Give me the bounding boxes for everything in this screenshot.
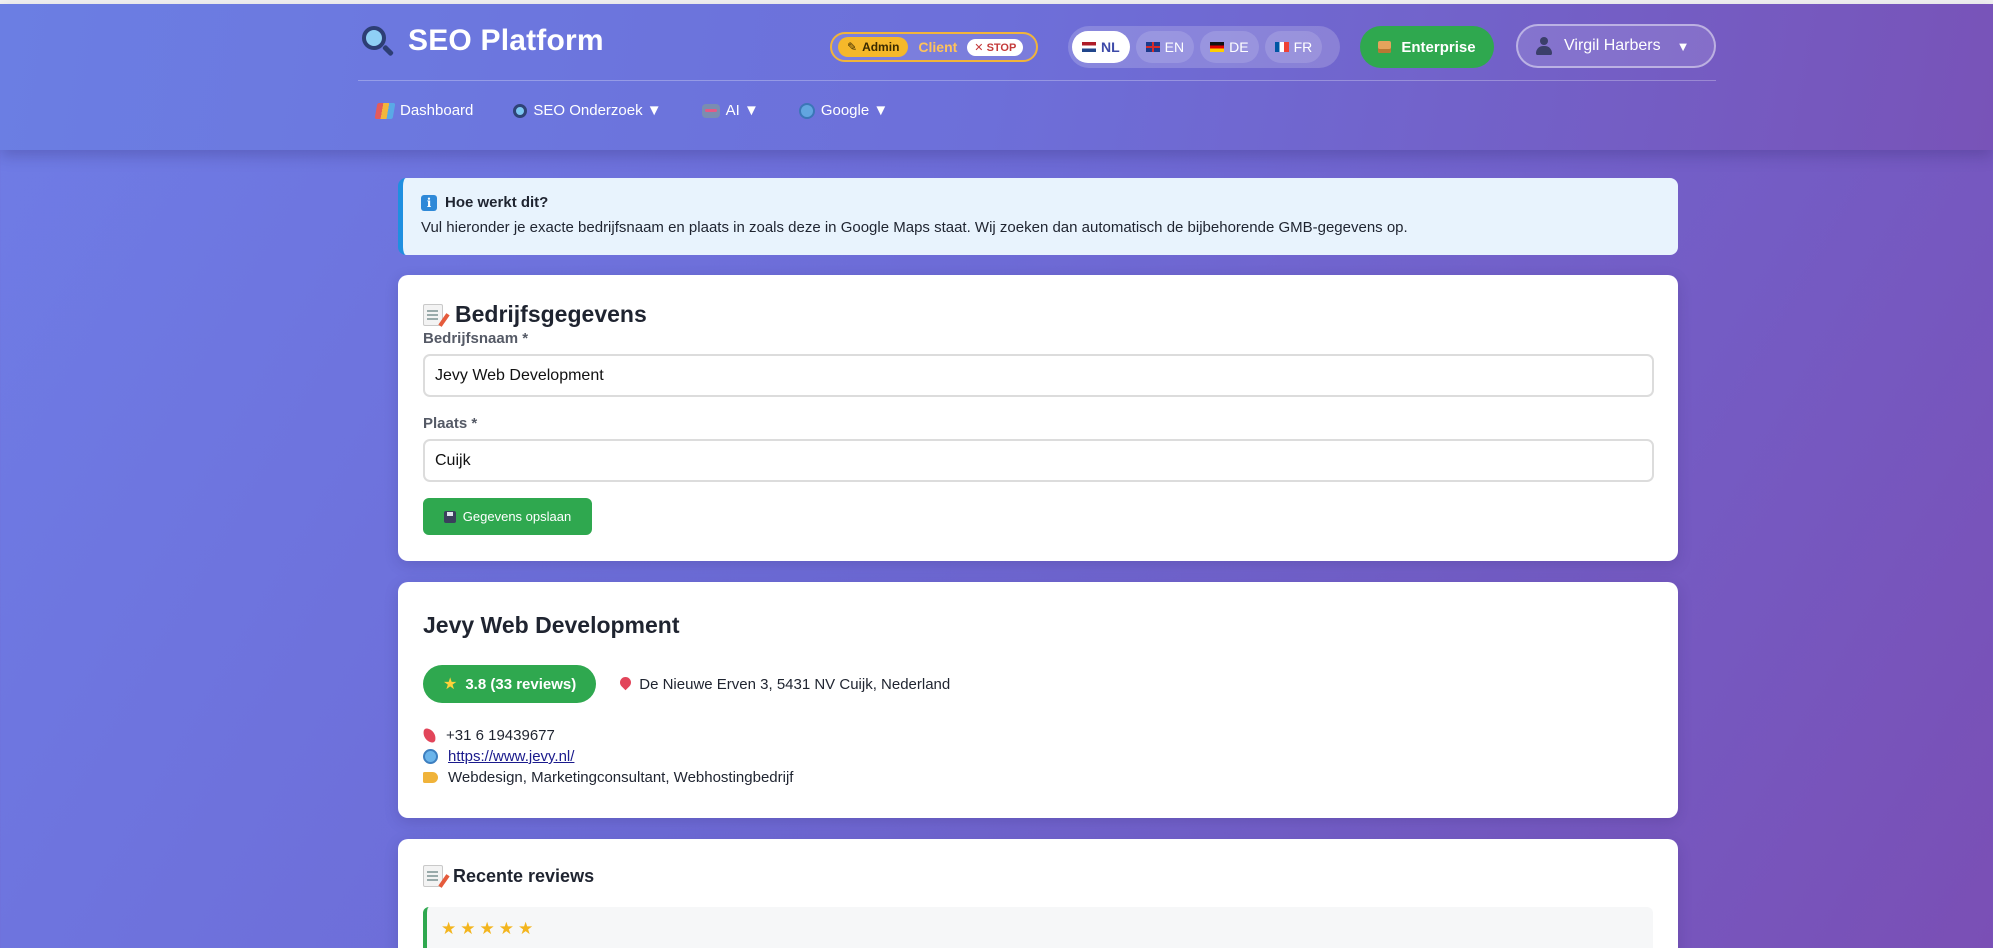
memo-icon — [423, 303, 443, 326]
website-row: https://www.jevy.nl/ — [423, 748, 1653, 765]
info-text: Vul hieronder je exacte bedrijfsnaam en … — [421, 219, 1408, 236]
phone-row: +31 6 19439677 — [421, 727, 1653, 744]
globe-icon — [798, 102, 815, 119]
company-form-card: Bedrijfsgegevens Bedrijfsnaam * Plaats *… — [398, 275, 1678, 561]
nav-ai[interactable]: AI ▼ — [701, 102, 759, 119]
plan-badge[interactable]: Enterprise — [1360, 26, 1494, 68]
save-details-button[interactable]: Gegevens opslaan — [423, 498, 592, 535]
business-details: +31 6 19439677 https://www.jevy.nl/ Webd… — [421, 727, 1653, 786]
nav-seo-onderzoek[interactable]: SEO Onderzoek ▼ — [513, 102, 662, 119]
rating-badge: ★ 3.8 (33 reviews) — [423, 665, 597, 703]
phone-number: +31 6 19439677 — [446, 727, 555, 744]
city-label: Plaats * — [423, 415, 478, 432]
ai-icon — [701, 103, 720, 118]
form-title-row: Bedrijfsgegevens — [423, 301, 1653, 328]
nav-dashboard[interactable]: Dashboard — [374, 102, 473, 119]
lang-en-button[interactable]: EN — [1135, 31, 1195, 63]
categories-row: Webdesign, Marketingconsultant, Webhosti… — [423, 769, 1653, 786]
map-pin-icon — [620, 677, 631, 691]
city-input[interactable] — [423, 439, 1654, 482]
nav-google[interactable]: Google ▼ — [798, 102, 888, 119]
info-icon: i — [421, 194, 437, 211]
form-title: Bedrijfsgegevens — [455, 301, 647, 327]
language-switcher: NL EN DE FR — [1068, 26, 1340, 68]
chevron-down-icon: ▼ — [1676, 38, 1690, 54]
flag-fr-icon — [1274, 42, 1289, 52]
reviews-title: Recente reviews — [453, 865, 595, 886]
brand-title: SEO Platform — [408, 24, 604, 57]
info-title-row: i Hoe werkt dit? — [421, 194, 1660, 211]
company-name-input[interactable] — [423, 354, 1654, 397]
flag-nl-icon — [1082, 42, 1096, 52]
business-summary-row: ★ 3.8 (33 reviews) De Nieuwe Erven 3, 54… — [423, 665, 1653, 703]
role-admin-badge[interactable]: ✎ Admin — [838, 37, 909, 57]
recent-reviews-card: Recente reviews ★★★★★ — [398, 839, 1678, 948]
top-header: SEO Platform ✎ Admin Client ✕ STOP NL EN … — [0, 4, 1993, 150]
phone-icon — [421, 727, 438, 744]
dashboard-icon — [374, 102, 396, 119]
flag-uk-icon — [1145, 42, 1160, 52]
lang-fr-button[interactable]: FR — [1264, 31, 1323, 63]
search-icon — [513, 103, 528, 118]
lang-de-button[interactable]: DE — [1200, 31, 1259, 63]
user-avatar-icon — [1536, 37, 1552, 55]
plan-label: Enterprise — [1401, 38, 1476, 56]
business-name: Jevy Web Development — [423, 612, 680, 638]
role-client-link[interactable]: Client — [918, 39, 957, 55]
star-icon: ★ — [443, 676, 458, 693]
info-title: Hoe werkt dit? — [445, 194, 549, 211]
website-link[interactable]: https://www.jevy.nl/ — [448, 748, 574, 765]
info-callout: i Hoe werkt dit? Vul hieronder je exacte… — [398, 178, 1678, 255]
lang-nl-button[interactable]: NL — [1072, 31, 1130, 63]
role-switcher[interactable]: ✎ Admin Client ✕ STOP — [830, 32, 1038, 62]
package-icon — [1378, 41, 1392, 53]
stop-impersonation-button[interactable]: ✕ STOP — [967, 38, 1024, 56]
crown-icon: ✎ — [847, 40, 858, 54]
review-stars: ★★★★★ — [441, 919, 538, 938]
review-item: ★★★★★ — [423, 907, 1653, 948]
rating-label: 3.8 (33 reviews) — [465, 675, 577, 693]
header-divider — [358, 80, 1716, 81]
main-nav: Dashboard SEO Onderzoek ▼ AI ▼ Google ▼ — [374, 102, 888, 119]
brand[interactable]: SEO Platform — [360, 24, 604, 58]
website-globe-icon — [423, 749, 438, 764]
floppy-disk-icon — [443, 510, 456, 523]
user-menu-button[interactable]: Virgil Harbers ▼ — [1516, 24, 1716, 68]
tag-icon — [423, 772, 438, 783]
business-address: De Nieuwe Erven 3, 5431 NV Cuijk, Nederl… — [620, 676, 950, 693]
save-details-label: Gegevens opslaan — [462, 509, 572, 524]
business-categories: Webdesign, Marketingconsultant, Webhosti… — [448, 769, 794, 786]
user-name: Virgil Harbers — [1564, 37, 1661, 54]
reviews-title-row: Recente reviews — [423, 865, 1653, 887]
magnifier-logo-icon — [360, 24, 395, 58]
address-text: De Nieuwe Erven 3, 5431 NV Cuijk, Nederl… — [639, 675, 951, 693]
company-name-label: Bedrijfsnaam * — [423, 330, 529, 347]
flag-de-icon — [1210, 42, 1225, 52]
memo-icon — [423, 865, 443, 887]
business-profile-card: Jevy Web Development ★ 3.8 (33 reviews) … — [398, 582, 1678, 818]
